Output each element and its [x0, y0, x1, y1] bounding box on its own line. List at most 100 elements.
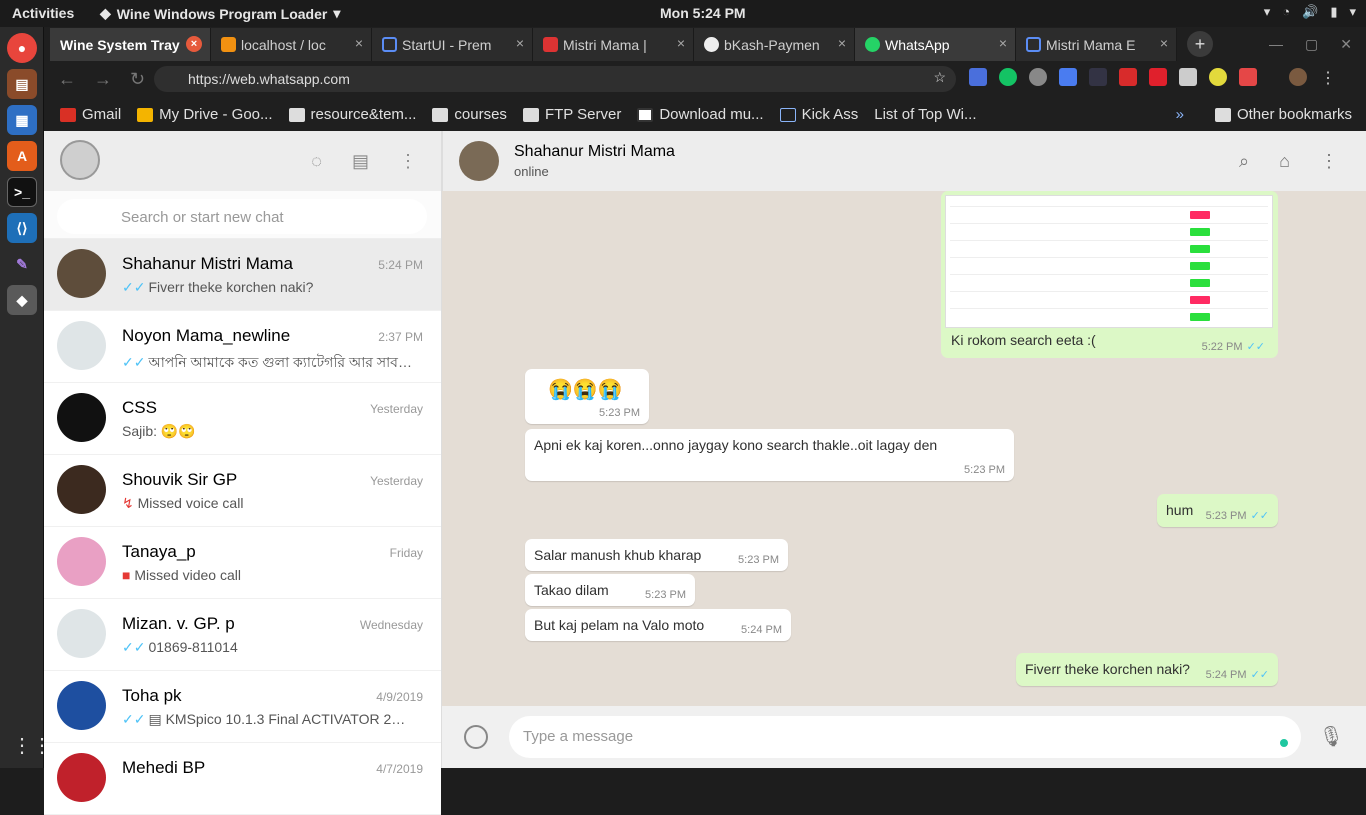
document-icon[interactable]: ▦ — [7, 105, 37, 135]
profile-avatar-icon[interactable] — [1289, 68, 1307, 86]
message-image-outgoing[interactable]: Ki rokom search eeta :( 5:22 PM ✓✓ — [941, 191, 1278, 358]
message-time: 5:23 PM — [1205, 510, 1247, 522]
grammarly-dot-icon[interactable] — [1280, 739, 1288, 747]
double-check-icon: ✓✓ — [122, 354, 146, 370]
menu-icon[interactable]: ⋮ — [1320, 151, 1338, 172]
bookmark-list[interactable]: List of Top Wi... — [874, 106, 976, 123]
tab-startui[interactable]: StartUI - Prem × — [372, 28, 533, 61]
tab-whatsapp[interactable]: WhatsApp × — [855, 28, 1016, 61]
star-icon[interactable]: ☆ — [933, 69, 946, 86]
chat-preview-text: Fiverr theke korchen naki? — [148, 279, 314, 295]
microphone-icon[interactable]: 🎙 — [1319, 724, 1344, 749]
emoji-icon[interactable] — [464, 725, 488, 749]
tab-mistri-mama-e[interactable]: Mistri Mama E × — [1016, 28, 1177, 61]
close-icon[interactable]: × — [1160, 35, 1168, 51]
menu-icon[interactable]: ⋮ — [1319, 68, 1337, 87]
bookmark-resource[interactable]: resource&tem... — [288, 106, 416, 123]
shield-icon[interactable] — [1089, 68, 1107, 86]
files-icon[interactable]: ▤ — [7, 69, 37, 99]
extension-icon[interactable] — [1209, 68, 1227, 86]
close-icon[interactable]: × — [838, 35, 846, 51]
tab-label: Mistri Mama | — [563, 36, 647, 53]
close-icon[interactable]: ✕ — [1340, 36, 1352, 53]
chevron-down-icon[interactable]: ▾ — [1264, 4, 1271, 20]
extension-icon[interactable] — [1179, 68, 1197, 86]
chat-list-item[interactable]: Mizan. v. GP. p Wednesday ✓✓ 01869-811014 — [44, 599, 441, 671]
message-input[interactable]: Type a message — [509, 716, 1301, 758]
menu-icon[interactable]: ⋮ — [399, 151, 417, 172]
message-outgoing[interactable]: hum 5:23 PM ✓✓ — [1157, 494, 1278, 527]
bookmark-kick-ass[interactable]: Kick Ass — [779, 106, 858, 123]
message-outgoing[interactable]: Fiverr theke korchen naki? 5:24 PM ✓✓ — [1016, 653, 1278, 686]
bookmark-gmail[interactable]: Gmail — [60, 106, 121, 123]
new-chat-icon[interactable]: ▤ — [352, 151, 369, 172]
extension-icon[interactable] — [1029, 68, 1047, 86]
message-incoming[interactable]: Apni ek kaj koren...onno jaygay kono sea… — [525, 429, 1014, 481]
close-icon[interactable]: × — [516, 35, 524, 51]
conversation-actions: ⌕ ⌂ ⋮ — [1239, 151, 1338, 172]
chat-list-item[interactable]: Toha pk 4/9/2019 ✓✓ ▤ KMSpico 10.1.3 Fina… — [44, 671, 441, 743]
screenshot-image[interactable] — [945, 195, 1273, 328]
new-tab-button[interactable]: + — [1187, 31, 1213, 57]
avatar[interactable] — [459, 141, 499, 181]
chat-list-item[interactable]: Mehedi BP 4/7/2019 — [44, 743, 441, 815]
bookmark-ftp[interactable]: FTP Server — [522, 106, 621, 123]
close-icon[interactable]: × — [677, 35, 685, 51]
avatar[interactable] — [60, 140, 100, 180]
tab-bkash[interactable]: bKash-Paymen × — [694, 28, 855, 61]
tab-wine-system-tray[interactable]: Wine System Tray × — [50, 28, 211, 61]
phpmyadmin-icon — [221, 37, 236, 52]
chat-list-item[interactable]: CSS Yesterday Sajib: 🙄🙄 — [44, 383, 441, 455]
status-icon[interactable]: ◌ — [311, 151, 322, 172]
close-icon[interactable]: × — [999, 35, 1007, 51]
avatar — [57, 681, 106, 730]
tab-mistri-mama[interactable]: Mistri Mama | × — [533, 28, 694, 61]
reload-icon[interactable]: ↻ — [130, 69, 145, 90]
message-incoming[interactable]: Takao dilam 5:23 PM — [525, 574, 695, 606]
attach-icon[interactable]: ⌂ — [1279, 151, 1290, 172]
search-icon[interactable]: ⌕ — [1239, 151, 1249, 172]
message-incoming[interactable]: Salar manush khub kharap 5:23 PM — [525, 539, 788, 571]
activities-button[interactable]: Activities — [12, 5, 74, 21]
vscode-icon[interactable]: ⟨⟩ — [7, 213, 37, 243]
chat-list-item[interactable]: Shouvik Sir GP Yesterday ↯ Missed voice … — [44, 455, 441, 527]
tab-localhost[interactable]: localhost / loc × — [211, 28, 372, 61]
extension-icon[interactable] — [1119, 68, 1137, 86]
close-icon[interactable]: × — [355, 35, 363, 51]
chat-preview-text: 01869-811014 — [148, 639, 238, 655]
maximize-icon[interactable]: ▢ — [1305, 36, 1318, 53]
translate-icon[interactable] — [969, 68, 987, 86]
feather-icon[interactable]: ✎ — [7, 249, 37, 279]
close-icon[interactable]: × — [186, 36, 202, 52]
more-bookmarks-icon[interactable]: » — [1176, 106, 1184, 123]
system-tray[interactable]: ▾ ◔ 🔊 ▮ ▾ — [1264, 4, 1356, 20]
back-icon[interactable]: ← — [58, 69, 76, 90]
chat-list-item[interactable]: Noyon Mama_newline 2:37 PM ✓✓ আপনি আমাকে … — [44, 311, 441, 383]
clock[interactable]: Mon 5:24 PM — [660, 5, 746, 21]
extension-icon[interactable] — [1059, 68, 1077, 86]
bookmark-courses[interactable]: courses — [432, 106, 507, 123]
extension-icon[interactable] — [1149, 68, 1167, 86]
wine-icon[interactable]: ◆ — [7, 285, 37, 315]
grammarly-icon[interactable] — [999, 68, 1017, 86]
bookmark-my-drive[interactable]: My Drive - Goo... — [137, 106, 273, 123]
chrome-icon[interactable]: ● — [7, 33, 37, 63]
conversation-header[interactable]: Shahanur Mistri Mama online ⌕ ⌂ ⋮ — [442, 131, 1366, 191]
tab-label: StartUI - Prem — [402, 36, 492, 53]
chat-list-item[interactable]: Tanaya_p Friday ■ Missed video call — [44, 527, 441, 599]
forward-icon[interactable]: → — [94, 69, 112, 90]
software-center-icon[interactable]: A — [7, 141, 37, 171]
bookmark-other[interactable]: Other bookmarks — [1214, 106, 1352, 123]
search-input[interactable]: Search or start new chat — [57, 199, 427, 234]
terminal-icon[interactable]: >_ — [7, 177, 37, 207]
url-input[interactable]: https://web.whatsapp.com ☆ — [154, 66, 956, 92]
chat-list-item[interactable]: Shahanur Mistri Mama 5:24 PM ✓✓ Fiverr th… — [44, 239, 441, 311]
extension-icon[interactable] — [1239, 68, 1257, 86]
message-incoming[interactable]: But kaj pelam na Valo moto 5:24 PM — [525, 609, 791, 641]
bookmark-download[interactable]: Download mu... — [637, 106, 764, 123]
app-menu[interactable]: ◆ Wine Windows Program Loader ▾ — [100, 5, 340, 22]
chat-preview: ■ Missed video call — [122, 567, 412, 583]
minimize-icon[interactable]: — — [1269, 36, 1283, 53]
message-text: But kaj pelam na Valo moto — [534, 617, 705, 633]
message-incoming[interactable]: 😭😭😭 5:23 PM — [525, 369, 649, 424]
